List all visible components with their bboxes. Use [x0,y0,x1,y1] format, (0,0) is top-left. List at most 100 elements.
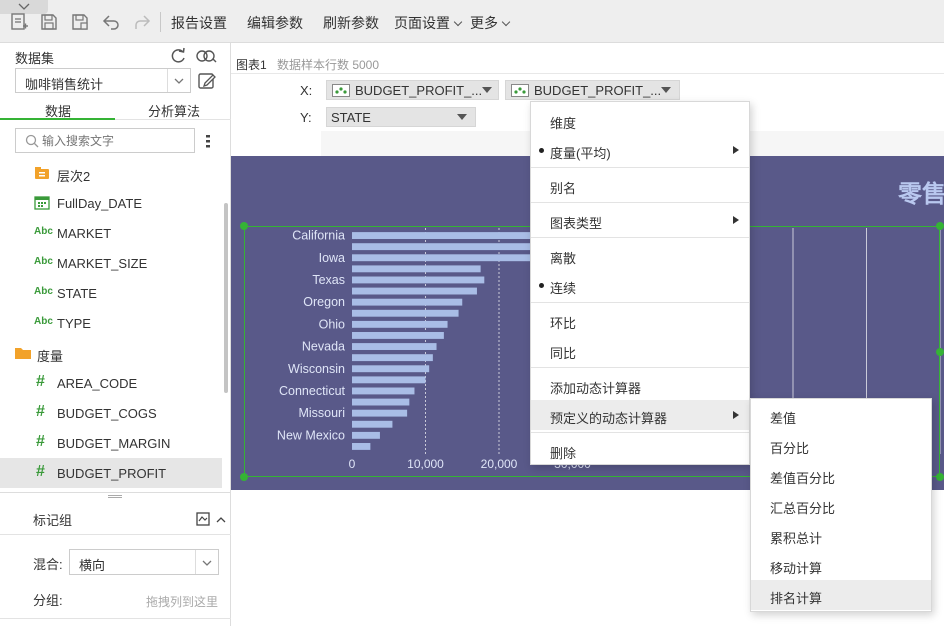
undo-icon[interactable] [101,12,121,32]
field-label: STATE [57,286,97,301]
resize-handle[interactable] [240,473,248,481]
field-label: MARKET [57,226,112,241]
resize-handle[interactable] [936,473,944,481]
resize-handle[interactable] [936,348,944,356]
menu-item-label: 添加动态计算器 [550,381,642,396]
sample-rows-label: 数据样本行数 5000 [277,58,380,72]
x-field-pill-1[interactable]: BUDGET_PROFIT_... [326,80,499,100]
calculator-submenu: 差值 百分比 差值百分比 汇总百分比 累积总计 移动计算 排名计算 [750,398,932,612]
menu-separator [531,432,749,433]
search-box[interactable] [15,128,195,153]
menu-item-label: 排名计算 [770,591,823,606]
dataset-link-icon[interactable] [195,47,217,65]
field-date[interactable]: FullDay_DATE [0,188,222,218]
number-type-icon: # [36,433,45,450]
chevron-down-icon [661,87,671,93]
menu-item-year-ratio[interactable]: 同比 [531,335,749,365]
menu-item-add-calculator[interactable]: 添加动态计算器 [531,370,749,400]
mix-select[interactable]: 横向 [69,549,219,575]
group-drop-zone[interactable]: 拖拽列到这里 [146,593,218,610]
redo-icon[interactable] [132,12,152,32]
splitter-grip [108,495,122,498]
select-divider [167,69,168,92]
calendar-icon [34,196,50,210]
submenu-item-difference[interactable]: 差值 [751,400,931,430]
list-options-icon[interactable] [203,133,213,149]
menu-item-chart-type[interactable]: 图表类型 [531,205,749,235]
field-budget-margin[interactable]: # BUDGET_MARGIN [0,428,222,458]
edit-dataset-icon[interactable] [197,71,217,91]
menu-separator [531,302,749,303]
refresh-params-button[interactable]: 刷新参数 [323,13,379,33]
data-panel: 数据集 咖啡销售统计 数据 分析算法 层次2 FullDay_DATE Abc … [0,43,231,626]
chevron-down-icon [174,78,184,84]
number-type-icon: # [36,463,45,480]
x-axis-label: X: [300,83,313,98]
group-label: 分组: [33,593,63,608]
number-type-icon: # [36,373,45,390]
y-field-pill[interactable]: STATE [326,107,476,127]
divider [0,534,231,535]
field-label: BUDGET_COGS [57,406,157,421]
field-market-size[interactable]: Abc MARKET_SIZE [0,248,222,278]
field-type[interactable]: Abc TYPE [0,308,222,338]
submenu-item-difference-percent[interactable]: 差值百分比 [751,460,931,490]
tab-data[interactable]: 数据 [0,96,115,120]
checked-dot-icon [539,283,544,288]
submenu-item-total-percent[interactable]: 汇总百分比 [751,490,931,520]
more-label: 更多 [470,15,498,31]
field-list-scrollbar[interactable] [224,203,228,393]
dataset-select[interactable]: 咖啡销售统计 [15,68,191,93]
menu-item-measure[interactable]: 度量(平均) [531,135,749,165]
submenu-item-rank-calc[interactable]: 排名计算 [751,580,931,610]
field-area-code[interactable]: # AREA_CODE [0,368,222,398]
measures-folder[interactable]: 度量 [0,338,222,368]
chevron-down-icon [457,114,467,120]
new-report-icon[interactable] [9,12,29,32]
edit-params-button[interactable]: 编辑参数 [247,13,303,33]
field-state[interactable]: Abc STATE [0,278,222,308]
menu-item-continuous[interactable]: 连续 [531,270,749,300]
marks-settings-icon[interactable] [196,512,210,526]
menu-item-dimension[interactable]: 维度 [531,105,749,135]
tab-analysis[interactable]: 分析算法 [115,96,231,120]
field-budget-cogs[interactable]: # BUDGET_COGS [0,398,222,428]
resize-handle[interactable] [936,222,944,230]
resize-handle[interactable] [240,222,248,230]
submenu-item-running-total[interactable]: 累积总计 [751,520,931,550]
chevron-up-icon[interactable] [215,513,227,523]
menu-item-period-ratio[interactable]: 环比 [531,305,749,335]
toolbar-divider [160,12,161,32]
save-icon[interactable] [39,12,59,32]
menu-item-delete[interactable]: 删除 [531,435,749,465]
menu-item-label: 累积总计 [770,531,823,546]
menu-item-predefined-calculator[interactable]: 预定义的动态计算器 [531,400,749,430]
submenu-item-moving-calc[interactable]: 移动计算 [751,550,931,580]
field-budget-profit[interactable]: # BUDGET_PROFIT [0,458,222,488]
menu-item-discrete[interactable]: 离散 [531,240,749,270]
text-type-icon: Abc [34,226,53,237]
search-icon [25,134,39,148]
refresh-icon[interactable] [168,46,188,66]
save-as-icon[interactable] [70,12,90,32]
more-menu[interactable]: 更多 [470,13,511,33]
field-hierarchy[interactable]: 层次2 [0,158,222,188]
x-field-pill-2[interactable]: BUDGET_PROFIT_... [505,80,680,100]
field-market[interactable]: Abc MARKET [0,218,222,248]
search-input[interactable] [42,132,190,149]
page-settings-menu[interactable]: 页面设置 [394,13,463,33]
menu-item-label: 汇总百分比 [770,501,836,516]
field-label: BUDGET_PROFIT [57,466,167,481]
field-context-menu: 维度 度量(平均) 别名 图表类型 离散 连续 环比 同比 添加动态计算器 预定… [530,101,750,465]
panel-splitter[interactable] [0,492,231,500]
text-type-icon: Abc [34,286,53,297]
report-settings-button[interactable]: 报告设置 [171,13,227,33]
pill-label: BUDGET_PROFIT_... [534,83,662,98]
chevron-down-icon [453,17,463,27]
submenu-item-percent[interactable]: 百分比 [751,430,931,460]
field-label: TYPE [57,316,91,331]
field-label: BUDGET_MARGIN [57,436,171,451]
text-type-icon: Abc [34,256,53,267]
dataset-label: 数据集 [15,51,55,66]
menu-item-alias[interactable]: 别名 [531,170,749,200]
